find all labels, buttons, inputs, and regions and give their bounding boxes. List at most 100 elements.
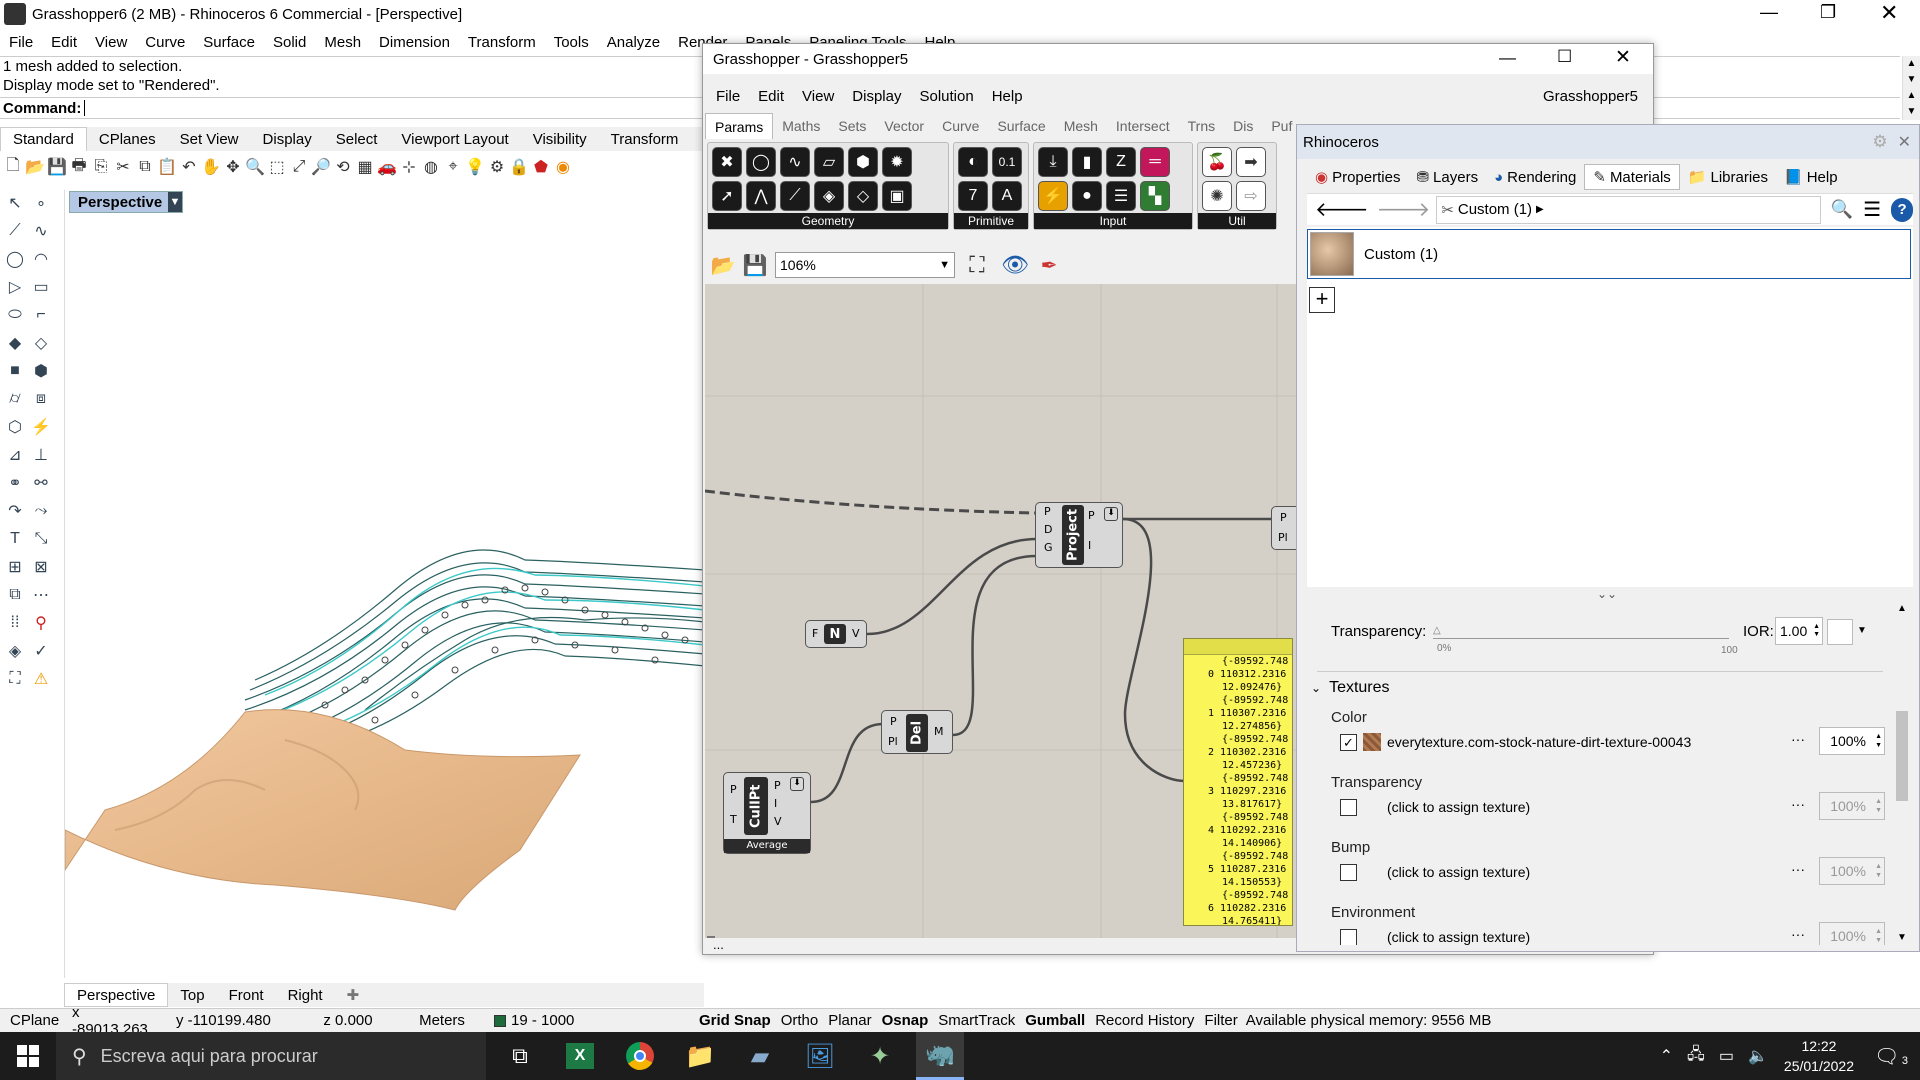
circle-param-icon[interactable]: ◯ [746, 147, 776, 177]
value-list-icon[interactable]: ☰ [1106, 181, 1136, 211]
fillet-icon[interactable]: ⌐ [28, 302, 54, 328]
mesh-icon[interactable]: ⬡ [2, 414, 28, 440]
lock-icon[interactable]: 🔒 [508, 156, 530, 178]
menu-curve[interactable]: Curve [136, 34, 194, 51]
pin-icon[interactable]: ⚲ [28, 610, 54, 636]
dimension-icon[interactable]: ⤡ [28, 526, 54, 552]
line-param-icon[interactable]: ⟋ [780, 181, 810, 211]
menu-solid[interactable]: Solid [264, 34, 315, 51]
cullpt-tag[interactable]: Average [724, 839, 810, 853]
toggle-grid-snap[interactable]: Grid Snap [694, 1009, 776, 1032]
arrow-right-outline-icon[interactable]: ⇨ [1236, 181, 1266, 211]
rotate-view-icon[interactable]: ✥ [222, 156, 244, 178]
texture-checkbox[interactable] [1340, 864, 1357, 881]
output-i[interactable]: I [774, 797, 777, 810]
photos-icon[interactable]: 🖼 [796, 1032, 844, 1080]
loft-icon[interactable]: ◇ [28, 330, 54, 356]
material-item[interactable]: Custom (1) [1307, 229, 1911, 279]
toggle-planar[interactable]: Planar [823, 1009, 876, 1032]
menu-tools[interactable]: Tools [545, 34, 598, 51]
tab-viewport-layout[interactable]: Viewport Layout [389, 127, 520, 151]
pan-icon[interactable]: ✋ [200, 156, 222, 178]
material-icon[interactable]: ⬟ [530, 156, 552, 178]
select-icon[interactable]: ↖ [2, 190, 28, 216]
gh-minimize-button[interactable]: — [1499, 48, 1516, 68]
view-tab-right[interactable]: Right [276, 983, 335, 1007]
gh-component-project[interactable]: P D G Project P I ⬇ [1035, 502, 1123, 568]
gradient-param-icon[interactable]: ═ [1140, 147, 1170, 177]
back-arrow-icon[interactable]: 🡐 [1315, 197, 1369, 222]
texture-name[interactable]: (click to assign texture) [1387, 929, 1530, 945]
zoom-window-icon[interactable]: ⬚ [266, 156, 288, 178]
gh-menu-view[interactable]: View [793, 88, 843, 105]
box-param-icon[interactable]: ◇ [848, 181, 878, 211]
join-icon[interactable]: ⚯ [28, 470, 54, 496]
texture-name[interactable]: (click to assign texture) [1387, 864, 1530, 880]
add-material-button[interactable]: + [1309, 287, 1335, 313]
tab-transform[interactable]: Transform [599, 127, 691, 151]
control-knob-icon[interactable]: ▚ [1140, 181, 1170, 211]
input-p[interactable]: P [730, 783, 737, 796]
gh-menu-solution[interactable]: Solution [910, 88, 982, 105]
output-p[interactable]: P [774, 779, 781, 792]
menu-view[interactable]: View [86, 34, 136, 51]
rp-scrollbar[interactable]: ▲ ▼ [1893, 601, 1911, 945]
view-tab-top[interactable]: Top [168, 983, 216, 1007]
scroll-thumb[interactable] [1896, 711, 1908, 801]
cherry-icon[interactable]: 🍒 [1202, 147, 1232, 177]
rp-tab-properties[interactable]: ◉ Properties [1307, 164, 1408, 190]
input-g[interactable]: G [1044, 541, 1053, 554]
tab-cplanes[interactable]: CPlanes [87, 127, 168, 151]
gh-tab-trns[interactable]: Trns [1179, 113, 1224, 139]
copy-icon[interactable]: ⧉ [134, 156, 156, 178]
gh-component-unit[interactable]: F N V [805, 620, 867, 648]
gh-tab-mesh[interactable]: Mesh [1055, 113, 1107, 139]
brep-param-icon[interactable]: ⬢ [848, 147, 878, 177]
gh-menu-edit[interactable]: Edit [749, 88, 793, 105]
new-icon[interactable]: 🗋 [2, 156, 24, 178]
output-i[interactable]: I [1088, 539, 1091, 552]
split-icon[interactable]: ⊥ [28, 442, 54, 468]
toggle-smarttrack[interactable]: SmartTrack [933, 1009, 1020, 1032]
plane-param-icon[interactable]: ◈ [814, 181, 844, 211]
input-p[interactable]: P [1044, 505, 1051, 518]
boolean-param-icon[interactable]: ◐ [958, 147, 988, 177]
scroll-up-icon[interactable]: ▲ [1897, 603, 1907, 614]
trim-icon[interactable]: ⊿ [2, 442, 28, 468]
curve-icon[interactable]: ∿ [28, 218, 54, 244]
car-icon[interactable]: 🚗 [376, 156, 398, 178]
network-icon[interactable]: 🖧 [1687, 1043, 1705, 1070]
gh-menu-help[interactable]: Help [983, 88, 1032, 105]
sketch-pen-icon[interactable]: ✒ [1033, 254, 1065, 277]
tray-chevron-icon[interactable]: ⌃ [1660, 1046, 1673, 1066]
task-view-icon[interactable]: ⧉ [496, 1032, 544, 1080]
warning-icon[interactable]: ⚠ [28, 666, 54, 692]
slider-thumb[interactable]: △ [1433, 625, 1441, 636]
input-pl[interactable]: Pl [888, 735, 898, 748]
notification-center-icon[interactable]: 🗨 3 [1874, 1044, 1914, 1069]
taskbar-search[interactable]: ⚲ Escreva aqui para procurar [56, 1032, 486, 1080]
toggle-osnap[interactable]: Osnap [877, 1009, 934, 1032]
toggle-filter[interactable]: Filter [1199, 1009, 1242, 1032]
button-param-icon[interactable]: ▮ [1072, 147, 1102, 177]
graph-mapper-icon[interactable]: ⚡ [1038, 181, 1068, 211]
notes-app-icon[interactable]: ▰ [736, 1032, 784, 1080]
breadcrumb[interactable]: ✂ Custom (1) ▶ [1436, 195, 1821, 224]
more-options-icon[interactable]: ··· [1791, 731, 1805, 747]
rp-tab-help[interactable]: 📘 Help [1776, 164, 1846, 190]
gh-group-input-label[interactable]: Input [1034, 213, 1192, 229]
chrome-icon[interactable] [616, 1032, 664, 1080]
volume-icon[interactable]: 🔈 [1748, 1046, 1768, 1066]
copy-tool-icon[interactable]: ⤳ [28, 498, 54, 524]
texture-amount[interactable]: 100% ▲ ▼ [1819, 857, 1885, 885]
vector-param-icon[interactable]: ➚ [712, 181, 742, 211]
tab-visibility[interactable]: Visibility [521, 127, 599, 151]
zoom-extents-icon[interactable]: ⤢ [288, 156, 310, 178]
texture-name[interactable]: everytexture.com-stock-nature-dirt-textu… [1387, 734, 1691, 750]
tab-standard[interactable]: Standard [0, 127, 87, 151]
array-icon[interactable]: ⁞⁞ [2, 610, 28, 636]
excel-icon[interactable]: X [556, 1032, 604, 1080]
close-button[interactable]: ✕ [1880, 0, 1898, 26]
input-p[interactable]: P [890, 715, 897, 728]
undo-view-icon[interactable]: ⟲ [332, 156, 354, 178]
